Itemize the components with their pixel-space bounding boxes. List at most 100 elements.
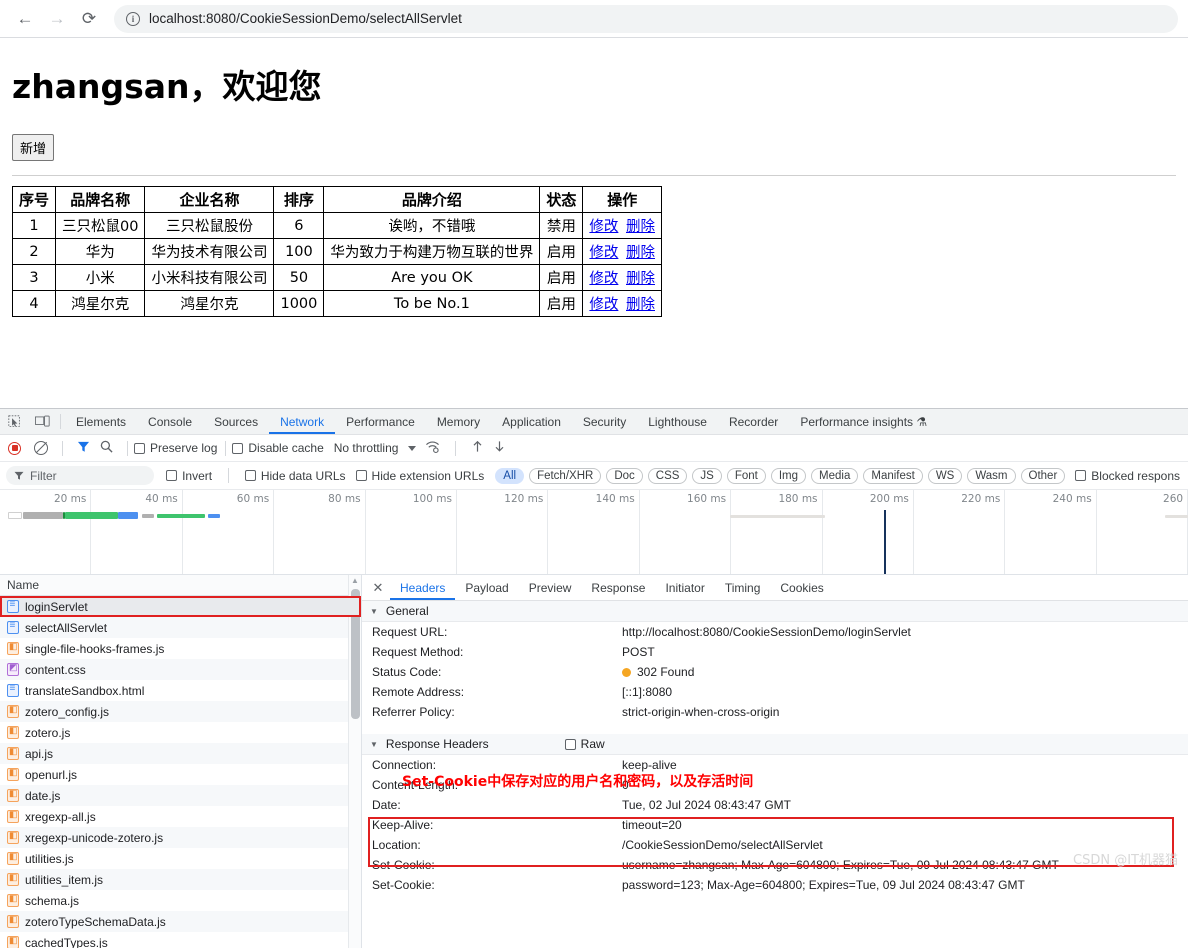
detail-tab-preview[interactable]: Preview <box>519 575 582 600</box>
list-item[interactable]: selectAllServlet <box>0 617 361 638</box>
delete-link[interactable]: 删除 <box>626 245 655 261</box>
tab-console[interactable]: Console <box>137 409 203 434</box>
search-icon[interactable] <box>100 440 113 456</box>
tab-network[interactable]: Network <box>269 409 335 434</box>
edit-link[interactable]: 修改 <box>589 219 618 235</box>
tab-performance-insights[interactable]: Performance insights ⚗ <box>789 409 938 434</box>
list-item[interactable]: date.js <box>0 785 361 806</box>
tab-application[interactable]: Application <box>491 409 572 434</box>
tab-lighthouse[interactable]: Lighthouse <box>637 409 718 434</box>
request-name: zoteroTypeSchemaData.js <box>25 914 166 929</box>
list-item[interactable]: cachedTypes.js <box>0 932 361 948</box>
timeline-gridline: 40 ms <box>91 490 183 574</box>
edit-link[interactable]: 修改 <box>589 297 618 313</box>
type-filter-img[interactable]: Img <box>770 467 807 484</box>
reload-icon[interactable]: ⟳ <box>74 4 104 34</box>
raw-checkbox[interactable]: Raw <box>564 737 605 751</box>
response-headers-section-header[interactable]: ▼ Response Headers Raw <box>362 734 1188 755</box>
request-rows[interactable]: loginServlet selectAllServlet single-file-… <box>0 596 361 948</box>
timeline-tick-label: 200 ms <box>869 493 909 505</box>
type-filter-all[interactable]: All <box>495 467 525 484</box>
request-list-scrollbar[interactable]: ▲ <box>348 575 361 948</box>
timeline-tick-label: 260 <box>1163 493 1184 505</box>
list-item[interactable]: openurl.js <box>0 764 361 785</box>
list-item[interactable]: single-file-hooks-frames.js <box>0 638 361 659</box>
type-filter-js[interactable]: JS <box>692 467 722 484</box>
tab-performance[interactable]: Performance <box>335 409 426 434</box>
list-item[interactable]: zotero.js <box>0 722 361 743</box>
js-file-icon <box>7 787 19 802</box>
search-input[interactable]: Filter <box>6 466 155 485</box>
add-button[interactable]: 新增 <box>12 134 55 161</box>
import-har-icon[interactable] <box>471 440 484 456</box>
tab-security[interactable]: Security <box>572 409 637 434</box>
type-filter-manifest[interactable]: Manifest <box>863 467 923 484</box>
list-item[interactable]: api.js <box>0 743 361 764</box>
list-item[interactable]: translateSandbox.html <box>0 680 361 701</box>
record-icon[interactable] <box>8 441 21 455</box>
js-file-icon <box>7 703 19 718</box>
type-filter-doc[interactable]: Doc <box>606 467 643 484</box>
list-item[interactable]: zotero_config.js <box>0 701 361 722</box>
toolbar-separator <box>60 414 61 429</box>
detail-tab-timing[interactable]: Timing <box>715 575 771 600</box>
scroll-up-arrow[interactable]: ▲ <box>349 575 361 587</box>
type-filter-ws[interactable]: WS <box>927 467 963 484</box>
edit-link[interactable]: 修改 <box>589 245 618 261</box>
throttling-select[interactable]: No throttling <box>334 441 399 455</box>
detail-tab-headers[interactable]: Headers <box>390 575 455 600</box>
address-bar[interactable]: i localhost:8080/CookieSessionDemo/selec… <box>114 4 1178 33</box>
header-value: [::1]:8080 <box>622 685 673 699</box>
site-info-icon[interactable]: i <box>126 11 140 26</box>
timeline-gridline: 200 ms <box>823 490 914 574</box>
preserve-log-checkbox[interactable]: Preserve log <box>134 441 217 455</box>
table-column-header: 排序 <box>273 186 325 213</box>
list-item[interactable]: utilities.js <box>0 848 361 869</box>
inspect-element-icon[interactable] <box>0 409 28 434</box>
chevron-down-icon[interactable] <box>408 445 417 451</box>
close-icon[interactable]: ✕ <box>366 575 390 600</box>
list-item[interactable]: xregexp-all.js <box>0 806 361 827</box>
list-item[interactable]: xregexp-unicode-zotero.js <box>0 827 361 848</box>
detail-tab-response[interactable]: Response <box>581 575 655 600</box>
export-har-icon[interactable] <box>493 440 506 456</box>
list-item[interactable]: schema.js <box>0 890 361 911</box>
type-filter-font[interactable]: Font <box>726 467 766 484</box>
forward-icon[interactable]: → <box>42 4 72 34</box>
invert-checkbox[interactable]: Invert <box>166 469 212 483</box>
delete-link[interactable]: 删除 <box>626 219 655 235</box>
blocked-responses-checkbox[interactable]: Blocked respons <box>1075 469 1180 483</box>
raw-label: Raw <box>580 737 605 751</box>
general-section-header[interactable]: ▼ General <box>362 601 1188 622</box>
hide-extension-urls-checkbox[interactable]: Hide extension URLs <box>355 469 484 483</box>
network-conditions-icon[interactable] <box>425 440 440 456</box>
list-item[interactable]: loginServlet <box>0 596 361 617</box>
list-item[interactable]: utilities_item.js <box>0 869 361 890</box>
back-icon[interactable]: ← <box>10 4 40 34</box>
device-toolbar-icon[interactable] <box>28 409 56 434</box>
type-filter-css[interactable]: CSS <box>647 467 688 484</box>
clear-icon[interactable] <box>34 441 48 455</box>
tab-sources[interactable]: Sources <box>203 409 269 434</box>
edit-link[interactable]: 修改 <box>589 271 618 287</box>
disable-cache-checkbox[interactable]: Disable cache <box>232 441 324 455</box>
tab-elements[interactable]: Elements <box>65 409 137 434</box>
type-filter-media[interactable]: Media <box>811 467 859 484</box>
tab-memory[interactable]: Memory <box>426 409 491 434</box>
delete-link[interactable]: 删除 <box>626 271 655 287</box>
detail-tab-payload[interactable]: Payload <box>455 575 518 600</box>
request-list-header[interactable]: Name <box>0 575 361 596</box>
network-overview-timeline[interactable]: 20 ms 40 ms 60 ms 80 ms 100 ms 120 ms 140 ms 16… <box>0 490 1188 575</box>
hide-data-urls-checkbox[interactable]: Hide data URLs <box>244 469 346 483</box>
type-filter-other[interactable]: Other <box>1020 467 1066 484</box>
type-filter-fetch-xhr[interactable]: Fetch/XHR <box>529 467 602 484</box>
filter-toggle-icon[interactable] <box>77 441 90 456</box>
list-item[interactable]: content.css <box>0 659 361 680</box>
delete-link[interactable]: 删除 <box>626 297 655 313</box>
detail-tab-initiator[interactable]: Initiator <box>655 575 714 600</box>
detail-tab-cookies[interactable]: Cookies <box>770 575 833 600</box>
header-value: http://localhost:8080/CookieSessionDemo/… <box>622 625 911 639</box>
list-item[interactable]: zoteroTypeSchemaData.js <box>0 911 361 932</box>
tab-recorder[interactable]: Recorder <box>718 409 789 434</box>
type-filter-wasm[interactable]: Wasm <box>967 467 1016 484</box>
